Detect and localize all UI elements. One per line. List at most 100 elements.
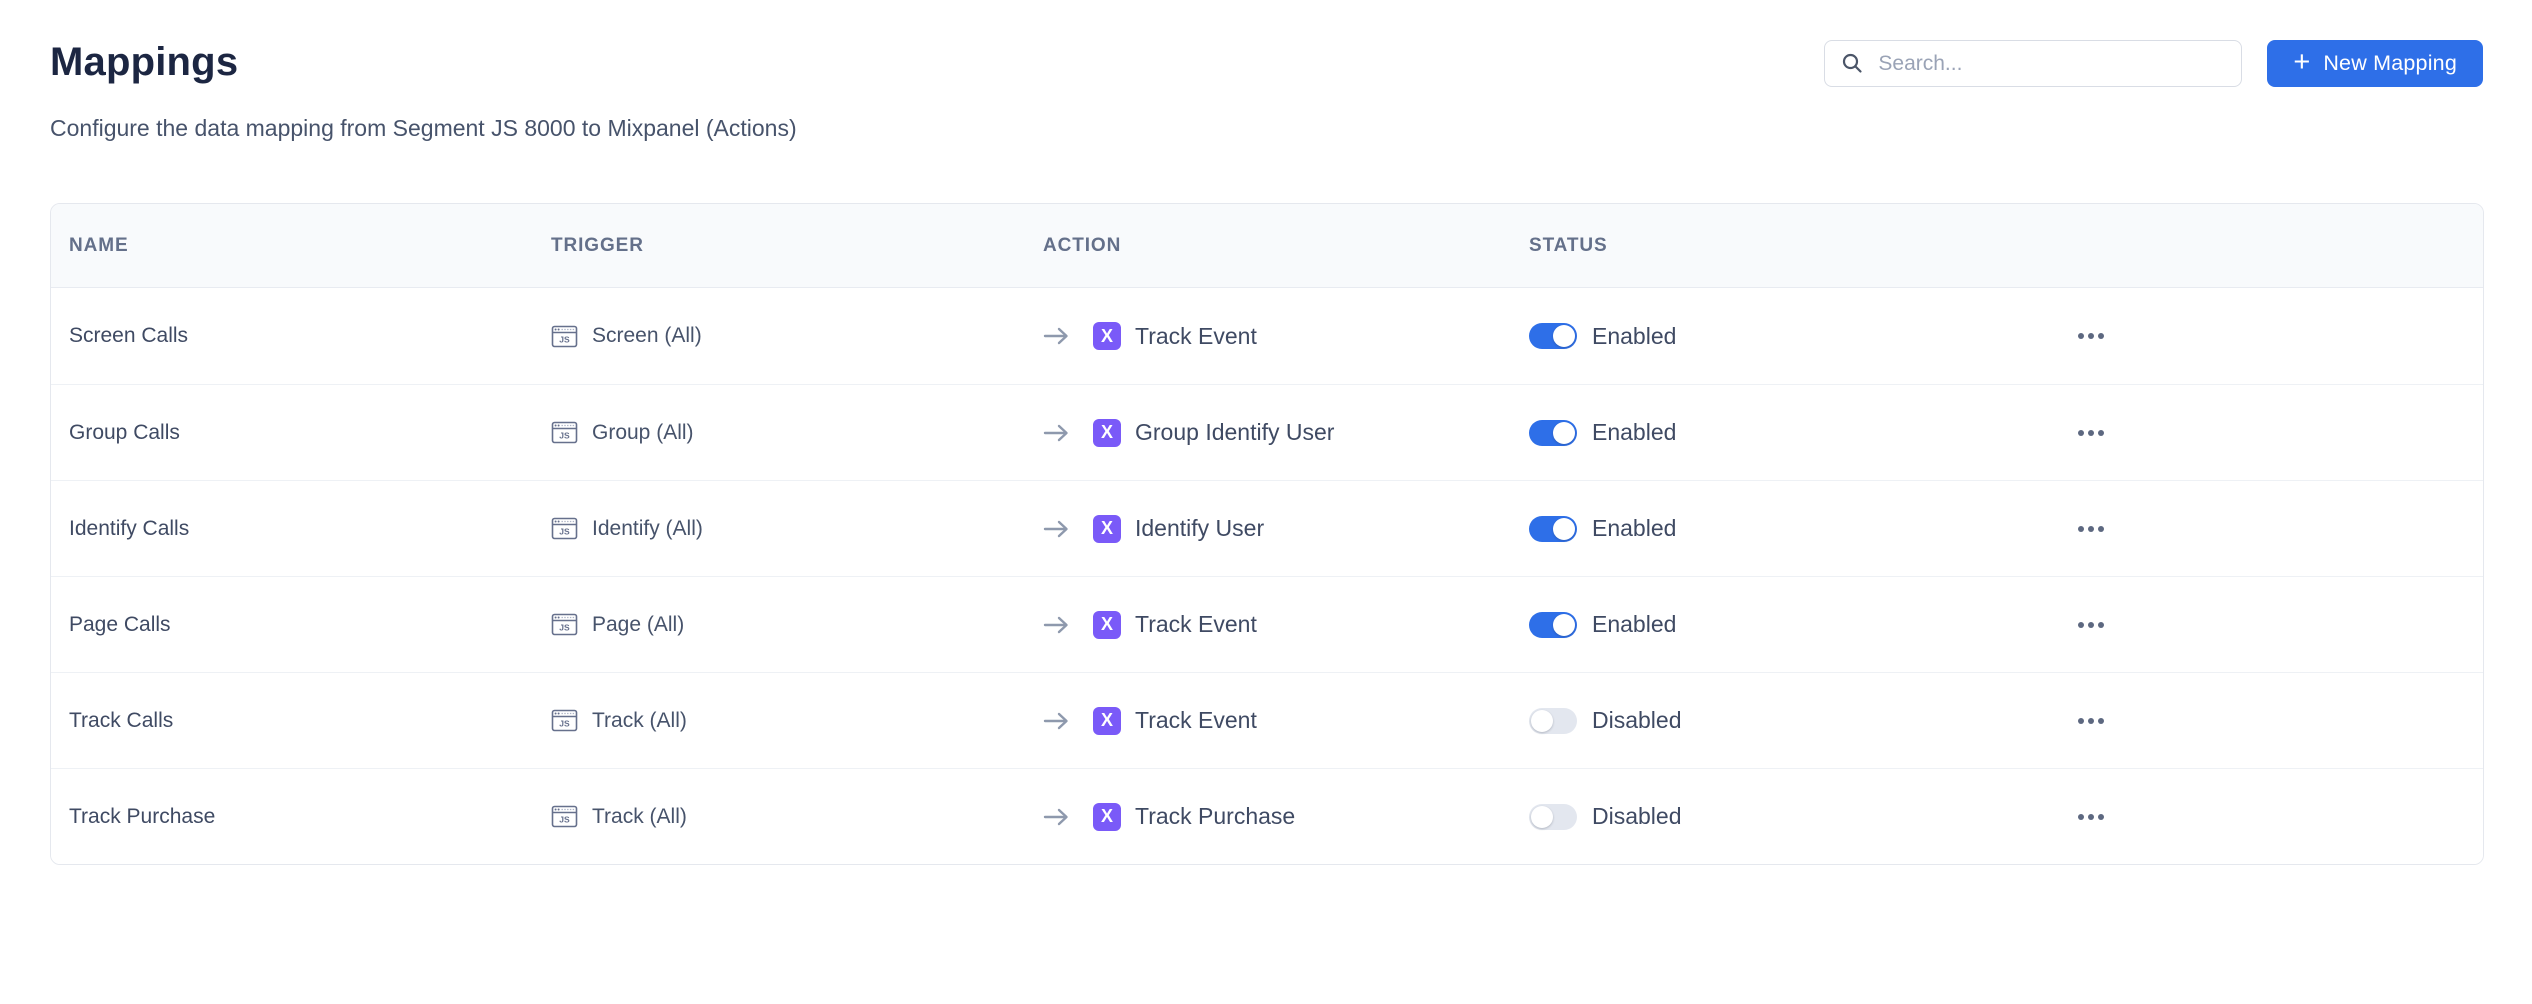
mapping-action-cell: X Group Identify User <box>1043 419 1529 447</box>
toggle-knob <box>1553 325 1575 347</box>
search-icon <box>1841 52 1864 75</box>
mapping-name: Group Calls <box>51 421 551 445</box>
mapping-status-cell: Enabled <box>1529 515 2029 542</box>
status-toggle[interactable] <box>1529 708 1577 734</box>
action-label: Group Identify User <box>1135 419 1334 446</box>
table-body: Screen Calls JS Screen (All) X Track Eve… <box>51 288 2483 864</box>
action-label: Identify User <box>1135 515 1264 542</box>
mixpanel-icon: X <box>1093 803 1121 831</box>
status-toggle[interactable] <box>1529 804 1577 830</box>
status-label: Disabled <box>1592 707 1682 734</box>
status-toggle[interactable] <box>1529 516 1577 542</box>
svg-text:JS: JS <box>559 719 570 729</box>
status-toggle[interactable] <box>1529 323 1577 349</box>
column-header-name: NAME <box>51 235 551 257</box>
new-mapping-button[interactable]: + New Mapping <box>2267 40 2483 87</box>
ellipsis-icon[interactable] <box>2069 318 2113 354</box>
mapping-trigger-cell: JS Page (All) <box>551 611 1043 638</box>
column-header-status: STATUS <box>1529 235 2029 257</box>
action-label: Track Event <box>1135 707 1257 734</box>
action-label: Track Purchase <box>1135 803 1295 830</box>
mapping-action-cell: X Track Purchase <box>1043 803 1529 831</box>
mapping-trigger-cell: JS Track (All) <box>551 803 1043 830</box>
plus-icon: + <box>2293 48 2310 77</box>
status-label: Disabled <box>1592 803 1682 830</box>
page-title: Mappings <box>50 40 238 85</box>
mapping-name: Page Calls <box>51 613 551 637</box>
js-source-window-icon: JS <box>551 803 578 830</box>
column-header-action: ACTION <box>1043 235 1529 257</box>
action-pair: X Track Event <box>1093 611 1257 639</box>
mapping-status-cell: Disabled <box>1529 803 2029 830</box>
svg-text:JS: JS <box>559 623 570 633</box>
toggle-knob <box>1553 518 1575 540</box>
mapping-action-cell: X Identify User <box>1043 515 1529 543</box>
status-toggle[interactable] <box>1529 612 1577 638</box>
arrow-right-icon <box>1043 422 1071 444</box>
toggle-knob <box>1553 422 1575 444</box>
mapping-name: Track Calls <box>51 709 551 733</box>
mixpanel-icon: X <box>1093 419 1121 447</box>
mapping-name: Identify Calls <box>51 517 551 541</box>
js-source-window-icon: JS <box>551 515 578 542</box>
row-menu-cell <box>2029 415 2483 451</box>
arrow-right-icon <box>1043 518 1071 540</box>
action-pair: X Track Event <box>1093 322 1257 350</box>
svg-text:JS: JS <box>559 815 570 825</box>
mapping-status-cell: Enabled <box>1529 611 2029 638</box>
action-pair: X Track Event <box>1093 707 1257 735</box>
mapping-trigger-cell: JS Screen (All) <box>551 323 1043 350</box>
row-menu-cell <box>2029 607 2483 643</box>
js-source-window-icon: JS <box>551 323 578 350</box>
new-mapping-label: New Mapping <box>2323 51 2457 76</box>
column-header-trigger: TRIGGER <box>551 235 1043 257</box>
svg-text:JS: JS <box>559 334 570 344</box>
ellipsis-icon[interactable] <box>2069 415 2113 451</box>
arrow-right-icon <box>1043 614 1071 636</box>
mapping-trigger-cell: JS Identify (All) <box>551 515 1043 542</box>
mapping-name: Screen Calls <box>51 324 551 348</box>
search-box[interactable] <box>1824 40 2242 87</box>
js-source-window-icon: JS <box>551 611 578 638</box>
js-source-window-icon: JS <box>551 707 578 734</box>
trigger-label: Group (All) <box>592 421 694 445</box>
row-menu-cell <box>2029 511 2483 547</box>
toggle-knob <box>1553 614 1575 636</box>
mapping-status-cell: Disabled <box>1529 707 2029 734</box>
table-row: Page Calls JS Page (All) X Track Event <box>51 576 2483 672</box>
arrow-right-icon <box>1043 325 1071 347</box>
table-header-row: NAME TRIGGER ACTION STATUS <box>51 204 2483 288</box>
svg-text:JS: JS <box>559 527 570 537</box>
mapping-status-cell: Enabled <box>1529 419 2029 446</box>
arrow-right-icon <box>1043 806 1071 828</box>
mapping-trigger-cell: JS Group (All) <box>551 419 1043 446</box>
action-pair: X Identify User <box>1093 515 1264 543</box>
trigger-label: Screen (All) <box>592 324 702 348</box>
search-input[interactable] <box>1878 52 2225 76</box>
mixpanel-icon: X <box>1093 707 1121 735</box>
status-label: Enabled <box>1592 515 1676 542</box>
action-pair: X Track Purchase <box>1093 803 1295 831</box>
mapping-action-cell: X Track Event <box>1043 707 1529 735</box>
mapping-status-cell: Enabled <box>1529 323 2029 350</box>
row-menu-cell <box>2029 703 2483 739</box>
mapping-trigger-cell: JS Track (All) <box>551 707 1043 734</box>
js-source-window-icon: JS <box>551 419 578 446</box>
trigger-label: Track (All) <box>592 805 687 829</box>
row-menu-cell <box>2029 318 2483 354</box>
table-row: Identify Calls JS Identify (All) X Ident… <box>51 480 2483 576</box>
action-label: Track Event <box>1135 611 1257 638</box>
ellipsis-icon[interactable] <box>2069 799 2113 835</box>
page-subtitle: Configure the data mapping from Segment … <box>50 115 797 142</box>
ellipsis-icon[interactable] <box>2069 607 2113 643</box>
table-row: Track Purchase JS Track (All) X Track Pu… <box>51 768 2483 864</box>
status-label: Enabled <box>1592 323 1676 350</box>
trigger-label: Track (All) <box>592 709 687 733</box>
ellipsis-icon[interactable] <box>2069 703 2113 739</box>
action-pair: X Group Identify User <box>1093 419 1334 447</box>
status-toggle[interactable] <box>1529 420 1577 446</box>
ellipsis-icon[interactable] <box>2069 511 2113 547</box>
mixpanel-icon: X <box>1093 611 1121 639</box>
status-label: Enabled <box>1592 611 1676 638</box>
mapping-action-cell: X Track Event <box>1043 611 1529 639</box>
